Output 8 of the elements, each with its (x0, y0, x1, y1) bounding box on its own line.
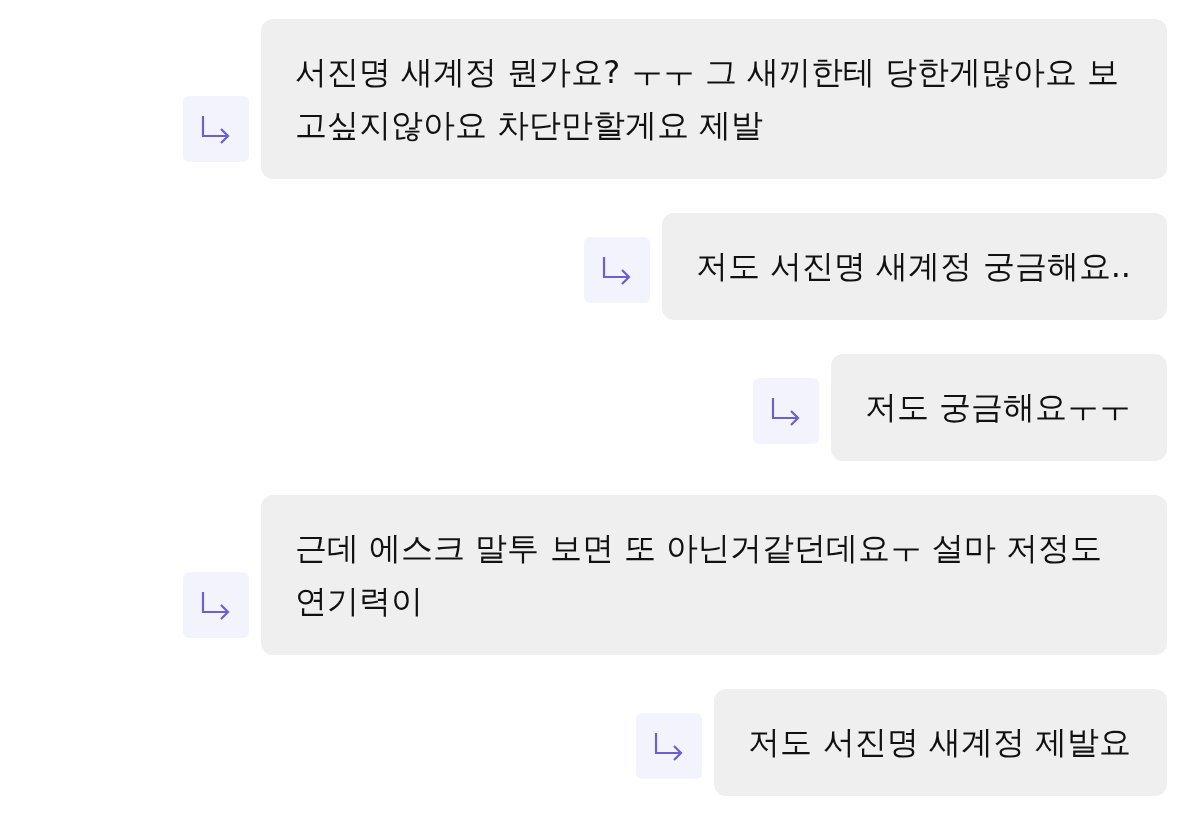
reply-arrow-icon (769, 396, 802, 426)
reply-message: 근데 에스크 말투 보면 또 아닌거같던데요ㅜ 설마 저정도 연기력이 (261, 495, 1167, 655)
reply-message: 저도 궁금해요ㅜㅜ (830, 354, 1167, 461)
reply-message: 저도 서진명 새계정 제발요 (714, 689, 1167, 796)
reply-message: 저도 서진명 새계정 궁금해요.. (662, 213, 1167, 320)
reply-arrow-icon (200, 590, 232, 620)
reply-message: 서진명 새계정 뭔가요? ㅜㅜ 그 새끼한테 당한게많아요 보고싶지않아요 차단만할게요 제발 (261, 19, 1167, 179)
reply-arrow-icon (200, 114, 232, 144)
